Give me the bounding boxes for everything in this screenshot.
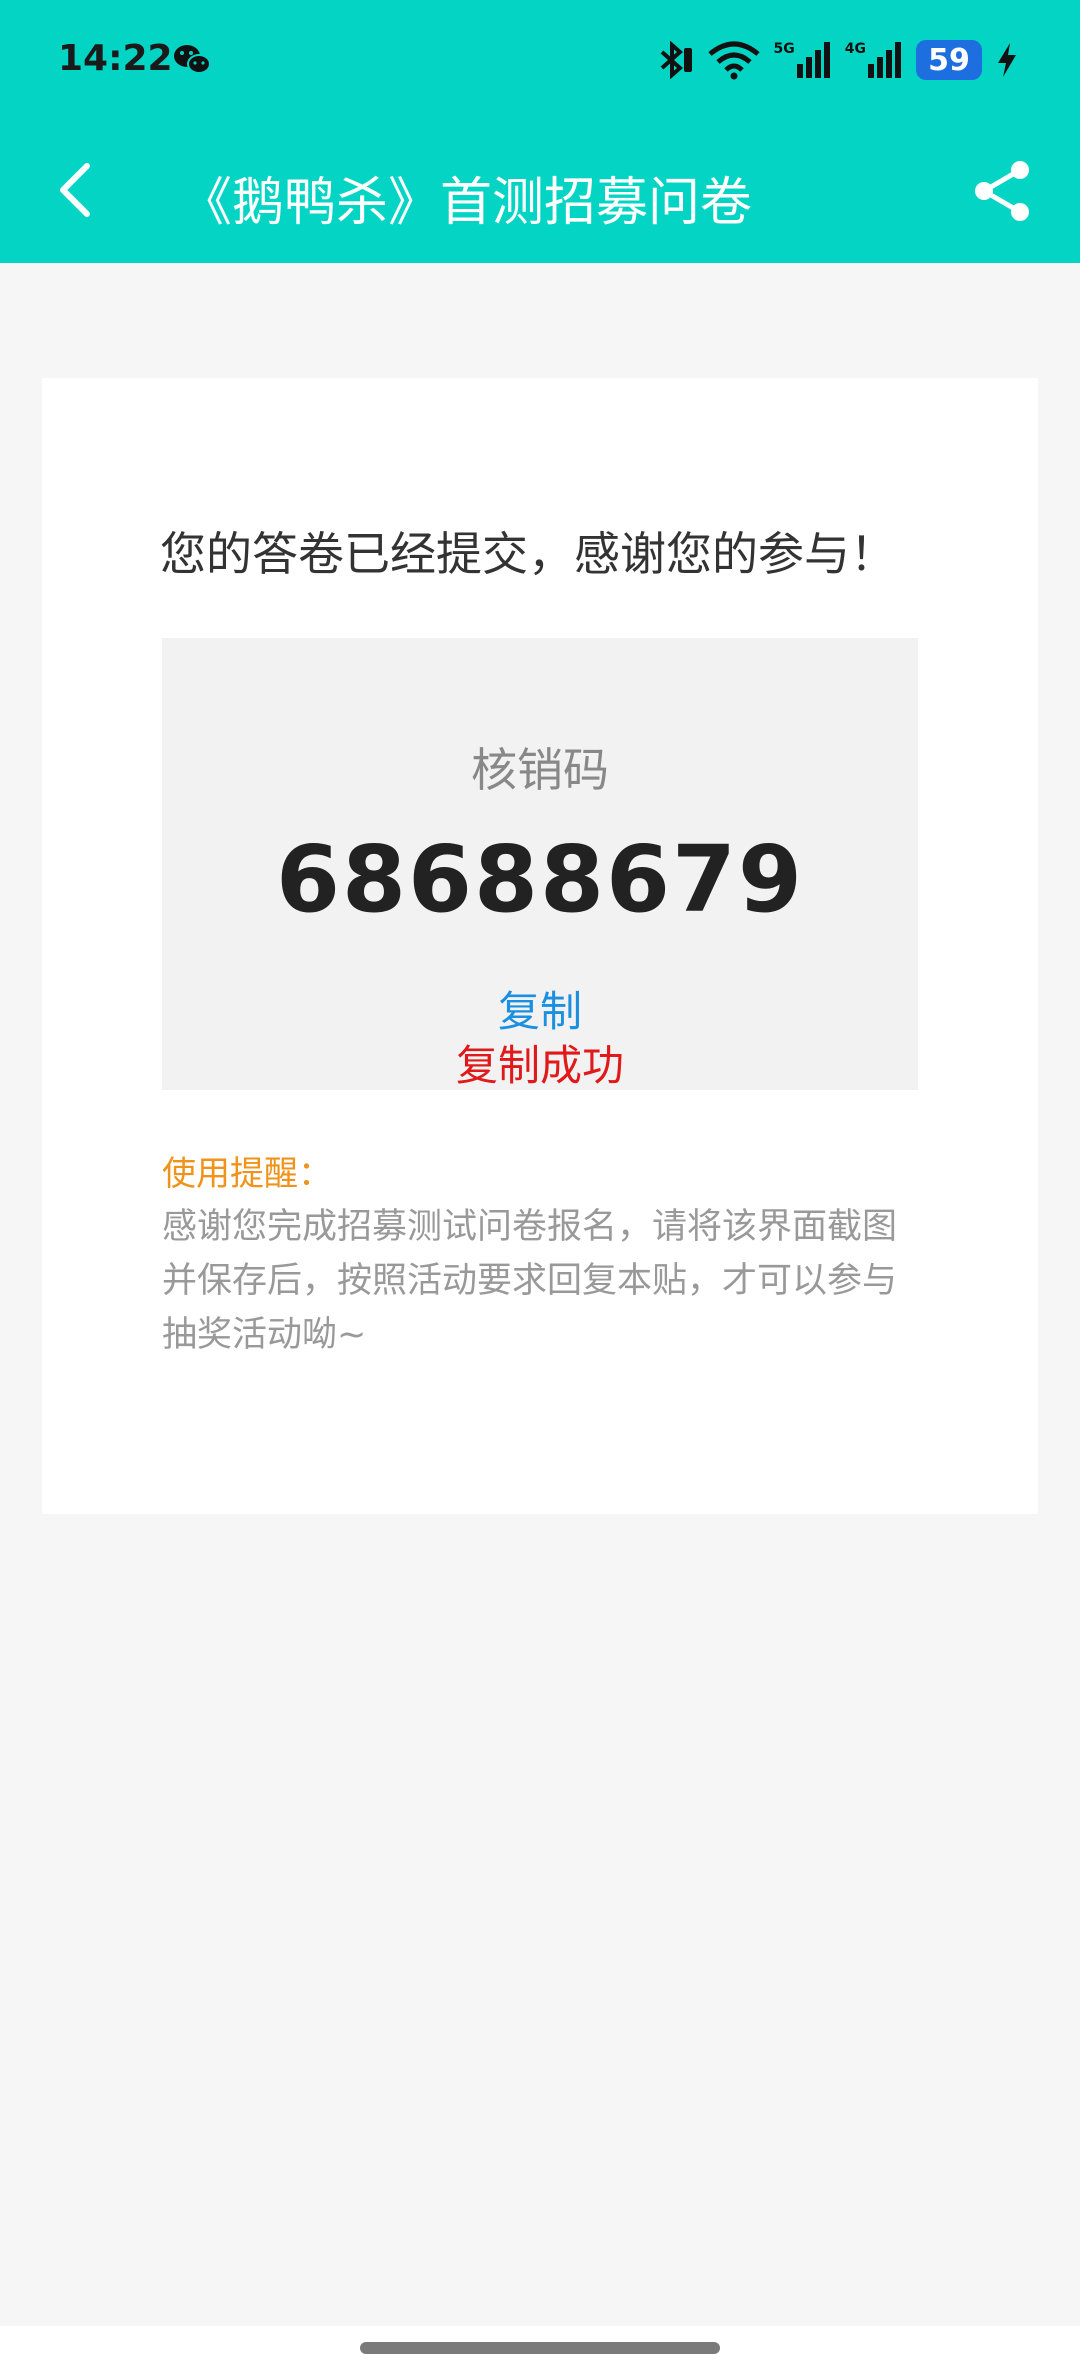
result-card: 您的答卷已经提交，感谢您的参与！ 核销码 68688679 复制 复制成功 使用…: [42, 378, 1038, 1514]
redeem-code-value: 68688679: [275, 826, 805, 933]
redeem-code-label: 核销码: [471, 743, 609, 797]
battery-indicator: 59: [916, 40, 982, 80]
redeem-code-panel: 核销码 68688679 复制 复制成功: [162, 638, 918, 1090]
share-icon[interactable]: [970, 158, 1036, 224]
wechat-icon: [174, 45, 211, 74]
charging-icon: [998, 43, 1016, 77]
tip-body: 感谢您完成招募测试问卷报名，请将该界面截图并保存后，按照活动要求回复本贴，才可以…: [162, 1207, 898, 1355]
signal-4g: 4G: [845, 42, 902, 78]
chevron-left-icon: [60, 163, 90, 217]
status-bar: 14:22 5G 4G 59: [0, 0, 1080, 120]
tip-title: 使用提醒：: [162, 1154, 332, 1194]
signal-5g: 5G: [774, 42, 831, 78]
nav-bar: 《鹅鸭杀》首测招募问卷: [0, 120, 1080, 263]
wifi-icon: [707, 41, 760, 80]
status-time: 14:22: [58, 38, 173, 79]
signal-bars-icon: [796, 42, 830, 78]
home-indicator[interactable]: [360, 2342, 720, 2354]
bluetooth-icon: [660, 40, 692, 80]
submit-success-message: 您的答卷已经提交，感谢您的参与！: [160, 527, 896, 581]
copy-button[interactable]: 复制: [490, 978, 590, 1036]
status-icons: 5G 4G 59: [654, 36, 1018, 84]
header-background: 14:22 5G 4G 59 《鹅鸭杀》首测招募问卷: [0, 0, 1080, 263]
page-title: 《鹅鸭杀》首测招募问卷: [180, 173, 753, 233]
signal-bars-icon: [868, 42, 901, 78]
copy-success-message: 复制成功: [455, 1041, 624, 1090]
back-button[interactable]: [40, 150, 110, 230]
